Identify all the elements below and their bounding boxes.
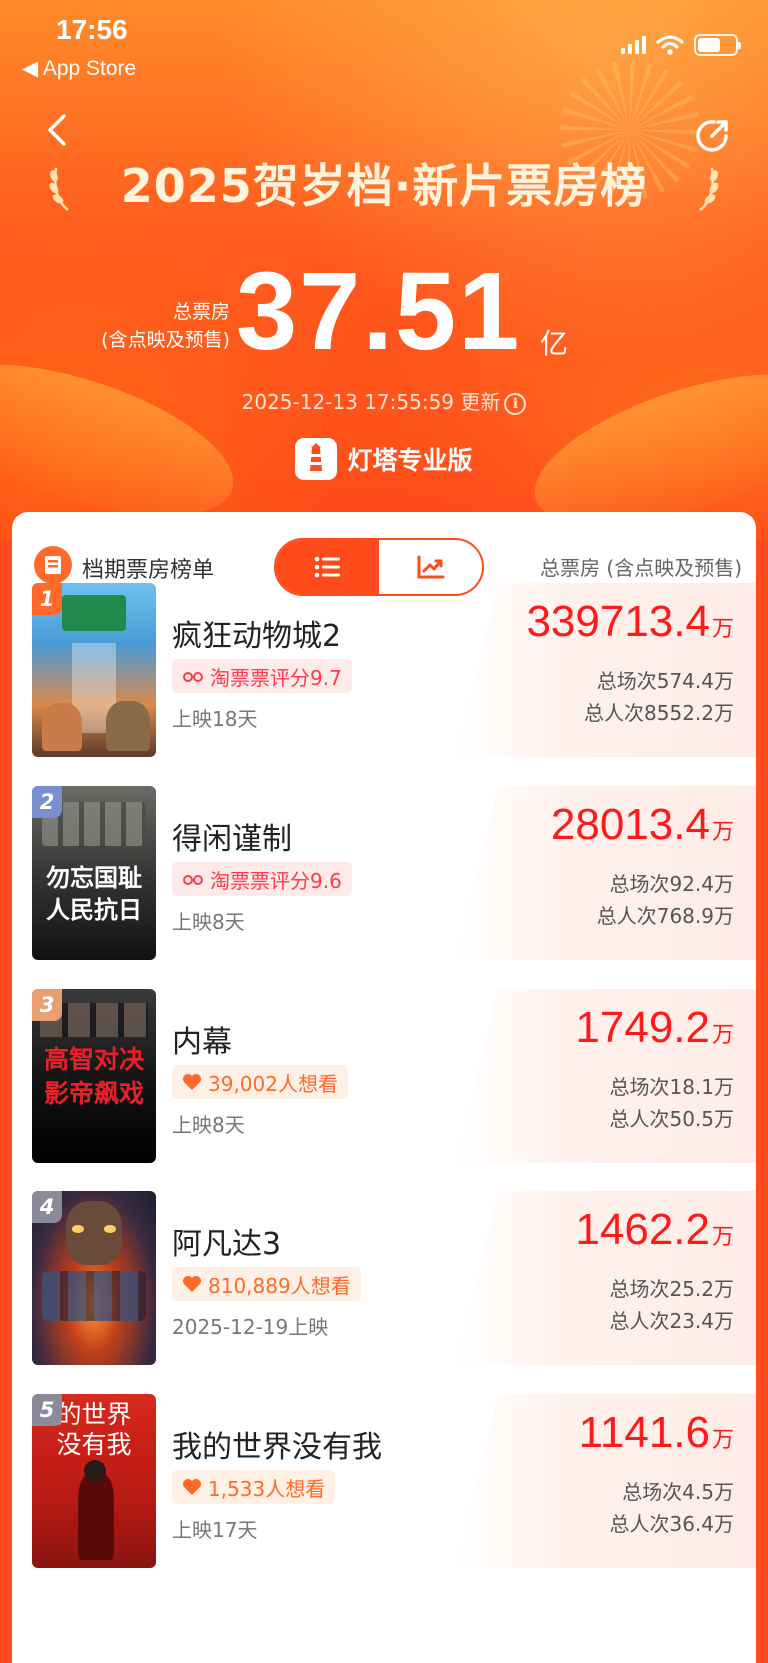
total-box-office-label: 总票房 (含点映及预售) — [101, 301, 230, 351]
screenings-count: 总场次18.1万 — [609, 1075, 734, 1099]
trend-chart-icon — [417, 555, 444, 579]
update-timestamp: 2025-12-13 17:55:59 更新 i — [0, 386, 768, 415]
section-title: 档期票房榜单 — [82, 558, 215, 583]
heart-icon — [183, 1479, 201, 1495]
movie-title: 阿凡达3 — [172, 1227, 282, 1262]
heart-icon — [183, 1276, 201, 1292]
admissions-count: 总人次8552.2万 — [584, 701, 734, 725]
laurel-right-icon — [699, 167, 719, 211]
box-office-value: 339713.4万 — [526, 597, 734, 646]
box-office-value: 1749.2万 — [575, 1003, 734, 1052]
movie-row[interactable]: 1 疯狂动物城2 淘票票评分9.7 上映18天 339713.4万 总场次574… — [12, 583, 756, 757]
glasses-icon — [183, 672, 203, 682]
screenings-count: 总场次25.2万 — [609, 1277, 734, 1301]
admissions-count: 总人次768.9万 — [596, 904, 734, 928]
cellular-signal-icon — [621, 36, 646, 54]
movie-row[interactable]: 高智对决 影帝飙戏 3 内幕 39,002人想看 上映8天 1749.2万 总场… — [12, 989, 756, 1163]
box-office-value: 28013.4万 — [550, 800, 734, 849]
total-box-office-value: 37.51 — [236, 250, 522, 373]
rank-badge: 2 — [32, 786, 62, 818]
total-box-office-unit: 亿 — [540, 327, 569, 360]
movie-row[interactable]: 的世界 没有我 5 我的世界没有我 1,533人想看 上映17天 1141.6万… — [12, 1394, 756, 1568]
ranking-panel: 档期票房榜单 总票房 (含点映及预售) 1 疯狂动物城2 淘票票评分9.7 上映… — [12, 512, 756, 1663]
column-note: 总票房 (含点映及预售) — [540, 556, 742, 580]
header-banner: 17:56 ◀ App Store 2025贺岁档·新片票房榜 总票房 (含点映… — [0, 0, 768, 540]
rank-badge: 1 — [32, 583, 62, 615]
lighthouse-logo-icon — [295, 438, 338, 480]
list-icon — [314, 556, 340, 578]
movie-title: 得闲谨制 — [172, 822, 292, 857]
info-icon[interactable]: i — [504, 392, 527, 415]
rank-badge: 4 — [32, 1191, 62, 1223]
ranking-list-icon — [34, 546, 72, 584]
brand-logo-row: 灯塔专业版 — [0, 438, 768, 480]
rating-tag: 淘票票评分9.6 — [172, 862, 352, 896]
release-info: 上映8天 — [172, 910, 245, 934]
admissions-count: 总人次36.4万 — [609, 1512, 734, 1536]
movie-row[interactable]: 勿忘国耻 人民抗日 2 得闲谨制 淘票票评分9.6 上映8天 28013.4万 … — [12, 786, 756, 960]
movie-row[interactable]: 4 阿凡达3 810,889人想看 2025-12-19上映 1462.2万 总… — [12, 1191, 756, 1365]
movie-title: 疯狂动物城2 — [172, 619, 342, 654]
heart-icon — [183, 1074, 201, 1090]
rating-tag: 淘票票评分9.7 — [172, 659, 352, 693]
admissions-count: 总人次50.5万 — [609, 1107, 734, 1131]
want-to-see-tag: 1,533人想看 — [172, 1470, 336, 1504]
rank-badge: 3 — [32, 989, 62, 1021]
brand-name: 灯塔专业版 — [347, 446, 473, 475]
movie-title: 内幕 — [172, 1025, 232, 1060]
status-time: 17:56 — [56, 14, 128, 45]
wifi-icon — [656, 35, 684, 55]
ribbon-decoration-left — [0, 333, 251, 540]
release-info: 上映17天 — [172, 1518, 258, 1542]
screenings-count: 总场次4.5万 — [622, 1480, 734, 1504]
back-chevron-icon[interactable] — [40, 110, 80, 150]
admissions-count: 总人次23.4万 — [609, 1309, 734, 1333]
status-icons — [621, 34, 741, 56]
glasses-icon — [183, 875, 203, 885]
release-info: 上映8天 — [172, 1113, 245, 1137]
release-info: 2025-12-19上映 — [172, 1315, 329, 1339]
want-to-see-tag: 810,889人想看 — [172, 1267, 361, 1301]
page-title: 2025贺岁档·新片票房榜 — [120, 159, 648, 213]
rank-badge: 5 — [32, 1394, 62, 1426]
box-office-value: 1462.2万 — [575, 1205, 734, 1254]
screenings-count: 总场次574.4万 — [596, 669, 734, 693]
want-to-see-tag: 39,002人想看 — [172, 1065, 348, 1099]
back-to-app-store[interactable]: ◀ App Store — [22, 56, 136, 81]
battery-icon — [694, 34, 741, 56]
screenings-count: 总场次92.4万 — [609, 872, 734, 896]
box-office-value: 1141.6万 — [578, 1408, 734, 1457]
movie-title: 我的世界没有我 — [172, 1430, 382, 1465]
release-info: 上映18天 — [172, 707, 258, 731]
